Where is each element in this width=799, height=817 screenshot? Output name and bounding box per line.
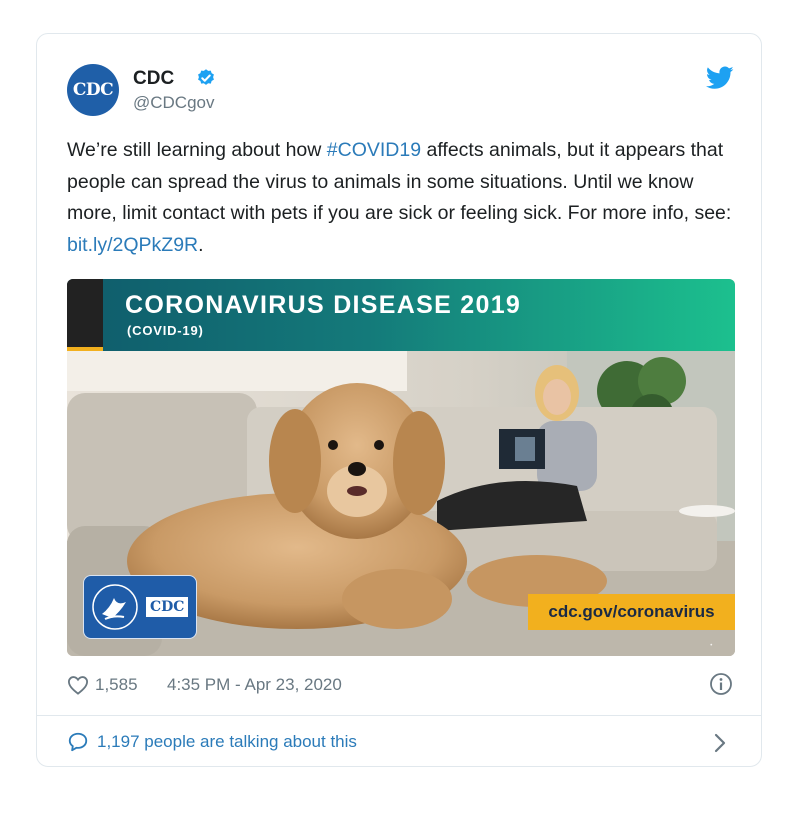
cdc-hhs-logo: CDC xyxy=(83,575,197,639)
info-icon[interactable] xyxy=(709,672,733,696)
divider xyxy=(37,715,761,716)
chevron-right-icon[interactable] xyxy=(713,732,727,754)
hhs-eagle-icon xyxy=(92,584,138,630)
twitter-bird-icon[interactable] xyxy=(706,66,734,90)
author-handle[interactable]: @CDCgov xyxy=(133,93,215,113)
cdc-url-label: cdc.gov/coronavirus xyxy=(528,594,735,630)
comment-bubble-icon xyxy=(68,732,88,752)
cdc-logo-text: CDC xyxy=(146,597,189,617)
timestamp[interactable]: 4:35 PM - Apr 23, 2020 xyxy=(167,675,342,695)
svg-text:•: • xyxy=(709,642,713,649)
banner-title: CORONAVIRUS DISEASE 2019 xyxy=(125,291,522,319)
avatar[interactable]: CDC xyxy=(67,64,119,116)
tweet-text-part: . xyxy=(198,233,204,256)
banner-dark-block xyxy=(67,279,103,347)
heart-icon[interactable] xyxy=(67,675,89,695)
tweet-card: CDC CDC @CDCgov We’re still learning abo… xyxy=(36,33,762,767)
verified-badge-icon xyxy=(198,69,214,85)
tweet-text: We’re still learning about how #COVID19 … xyxy=(67,135,737,261)
author-name[interactable]: CDC xyxy=(133,68,174,90)
avatar-logo-text: CDC xyxy=(72,80,114,100)
banner-subtitle: (COVID-19) xyxy=(127,323,204,338)
media-image[interactable]: CORONAVIRUS DISEASE 2019 (COVID-19) • CD… xyxy=(67,279,735,656)
talking-about-label: 1,197 people are talking about this xyxy=(97,732,357,751)
short-url-link[interactable]: bit.ly/2QPkZ9R xyxy=(67,234,198,256)
covid-banner: CORONAVIRUS DISEASE 2019 (COVID-19) xyxy=(67,279,735,351)
tweet-text-part: We’re still learning about how xyxy=(67,139,327,161)
like-count[interactable]: 1,585 xyxy=(95,675,138,695)
hashtag-link[interactable]: #COVID19 xyxy=(327,139,421,161)
